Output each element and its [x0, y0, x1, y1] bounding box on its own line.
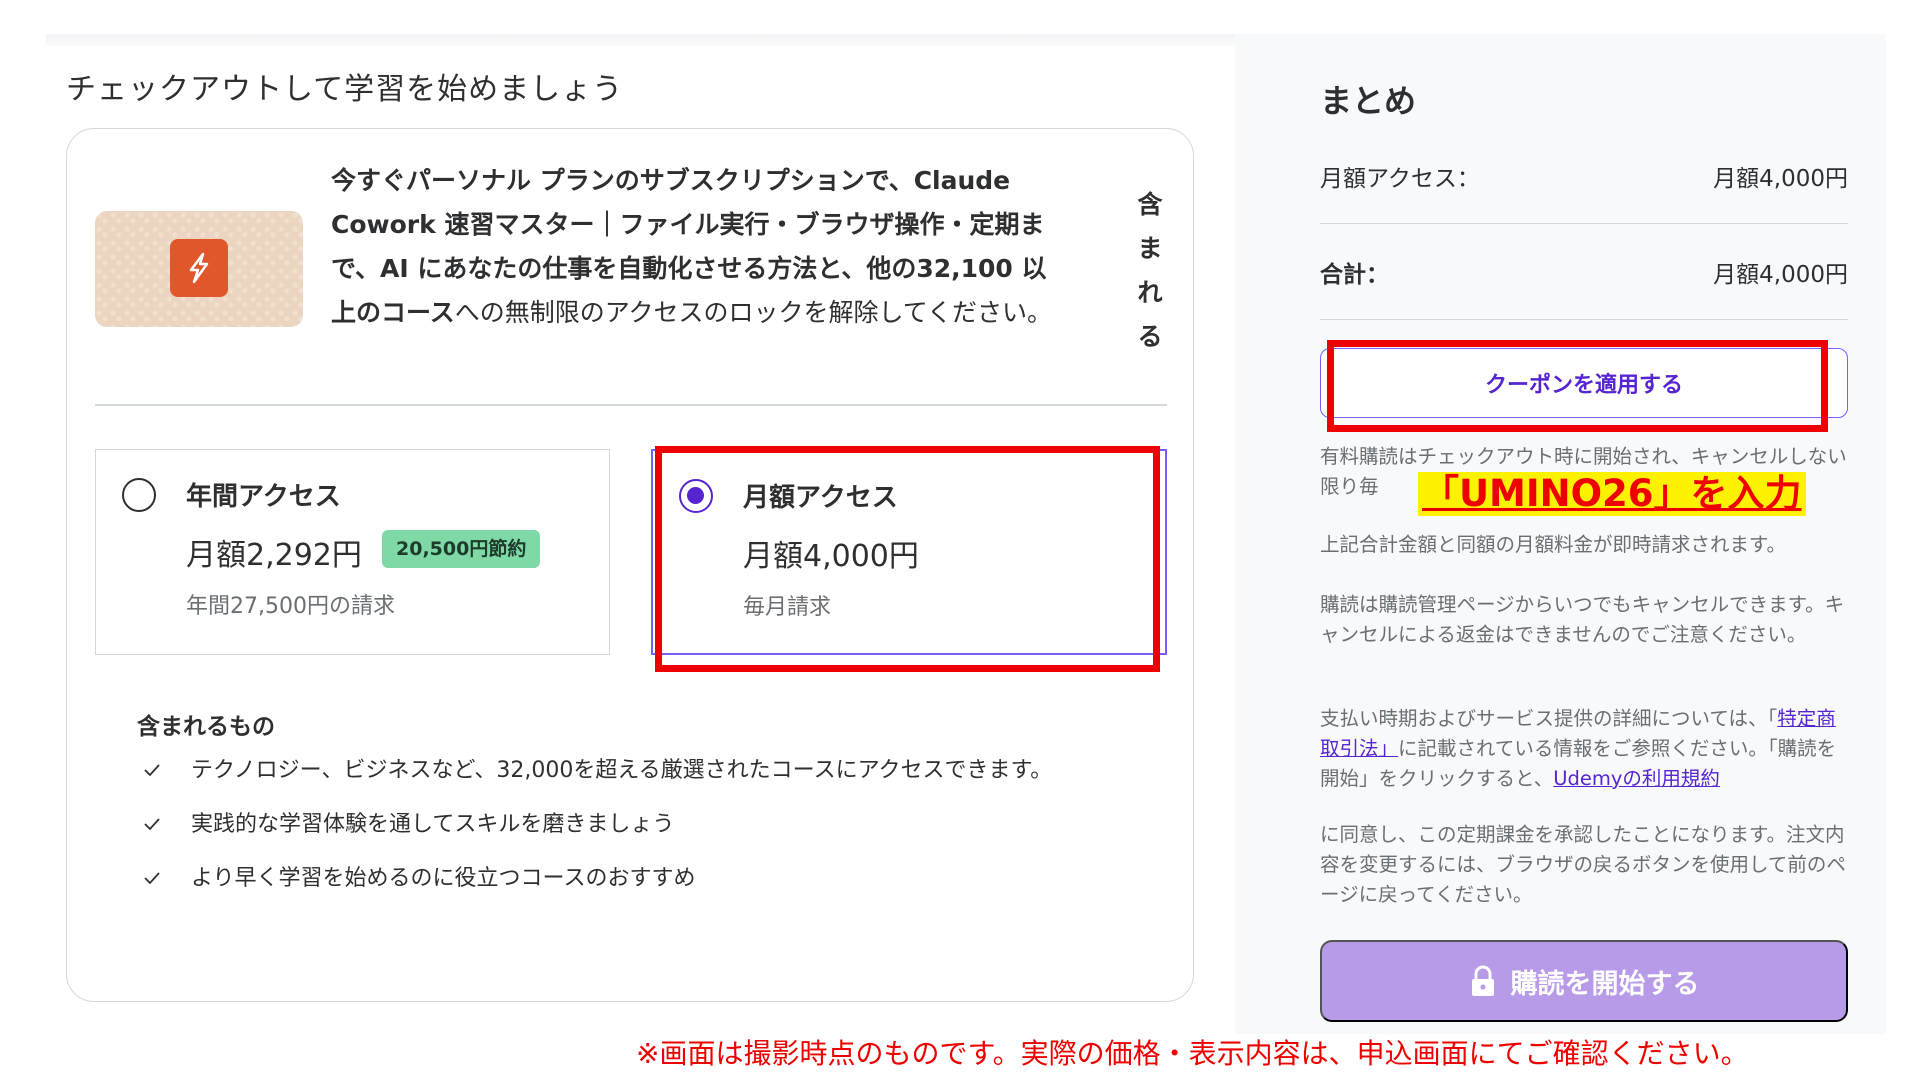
check-icon	[144, 818, 160, 831]
legal-notice: 支払い時期およびサービス提供の詳細については、「特定商取引法」に記載されている情…	[1320, 704, 1848, 794]
summary-total-label: 合計：	[1320, 261, 1389, 288]
savings-badge: 20,500円節約	[382, 530, 541, 568]
legal-text-a: 支払い時期およびサービス提供の詳細については、「	[1320, 707, 1778, 730]
includes-title: 含まれるもの	[137, 714, 275, 740]
check-icon	[144, 764, 160, 777]
annual-plan-price: 月額2,292円	[186, 538, 362, 573]
summary-plan-label: 月額アクセス：	[1320, 165, 1480, 192]
consent-notice: に同意し、この定期課金を承認したことになります。注文内容を変更するには、ブラウザ…	[1320, 823, 1846, 906]
terms-link[interactable]: Udemyの利用規約	[1553, 767, 1720, 790]
annual-radio[interactable]	[122, 478, 156, 512]
divider	[95, 404, 1167, 406]
annual-plan-billing: 年間27,500円の請求	[186, 594, 395, 619]
list-item: 実践的な学習体験を通してスキルを磨きましょう	[137, 805, 1097, 845]
list-item: テクノロジー、ビジネスなど、32,000を超える厳選されたコースにアクセスできま…	[137, 751, 1097, 791]
annual-plan-name: 年間アクセス	[186, 482, 341, 512]
include-text: テクノロジー、ビジネスなど、32,000を超える厳選されたコースにアクセスできま…	[191, 758, 1053, 783]
include-text: より早く学習を始めるのに役立つコースのおすすめ	[191, 866, 696, 891]
lock-icon	[1471, 965, 1494, 996]
monthly-plan-highlight-box	[655, 446, 1160, 672]
annual-plan-option[interactable]: 年間アクセス 月額2,292円 20,500円節約 年間27,500円の請求	[95, 449, 610, 655]
summary-title: まとめ	[1320, 82, 1417, 120]
page-title: チェックアウトして学習を始めましょう	[66, 72, 624, 107]
includes-side-label: 含まれる	[1137, 190, 1163, 351]
summary-plan-value: 月額4,000円	[1713, 165, 1848, 192]
check-icon	[144, 872, 160, 885]
summary-row-total: 合計： 月額4,000円	[1320, 224, 1848, 320]
promo-text: 今すぐパーソナル プランのサブスクリプションで、Claude Cowork 速習…	[331, 159, 1071, 335]
includes-list: テクノロジー、ビジネスなど、32,000を超える厳選されたコースにアクセスできま…	[137, 751, 1097, 913]
promo-rest: への無制限のアクセスのロックを解除してください。	[454, 298, 1053, 327]
coupon-highlight-box	[1327, 340, 1828, 432]
list-item: より早く学習を始めるのに役立つコースのおすすめ	[137, 859, 1097, 899]
summary-total-value: 月額4,000円	[1713, 261, 1848, 288]
start-subscription-button[interactable]: 購読を開始する	[1320, 940, 1848, 1022]
course-thumbnail	[95, 211, 303, 327]
order-summary: まとめ 月額アクセス： 月額4,000円 合計： 月額4,000円 クーポンを適…	[1235, 34, 1886, 1034]
lightning-logo-icon	[170, 239, 228, 297]
subscribe-label: 購読を開始する	[1510, 968, 1700, 1000]
charge-notice: 上記合計金額と同額の月額料金が即時請求されます。	[1320, 533, 1787, 556]
coupon-code-hint: 「UMINO26」を入力	[1418, 472, 1806, 516]
cancel-notice: 購読は購読管理ページからいつでもキャンセルできます。キャンセルによる返金はできま…	[1320, 593, 1845, 646]
include-text: 実践的な学習体験を通してスキルを磨きましょう	[191, 812, 675, 837]
summary-row-plan: 月額アクセス： 月額4,000円	[1320, 128, 1848, 224]
disclaimer-text: ※画面は撮影時点のものです。実際の価格・表示内容は、申込画面にてご確認ください。	[636, 1037, 1749, 1070]
